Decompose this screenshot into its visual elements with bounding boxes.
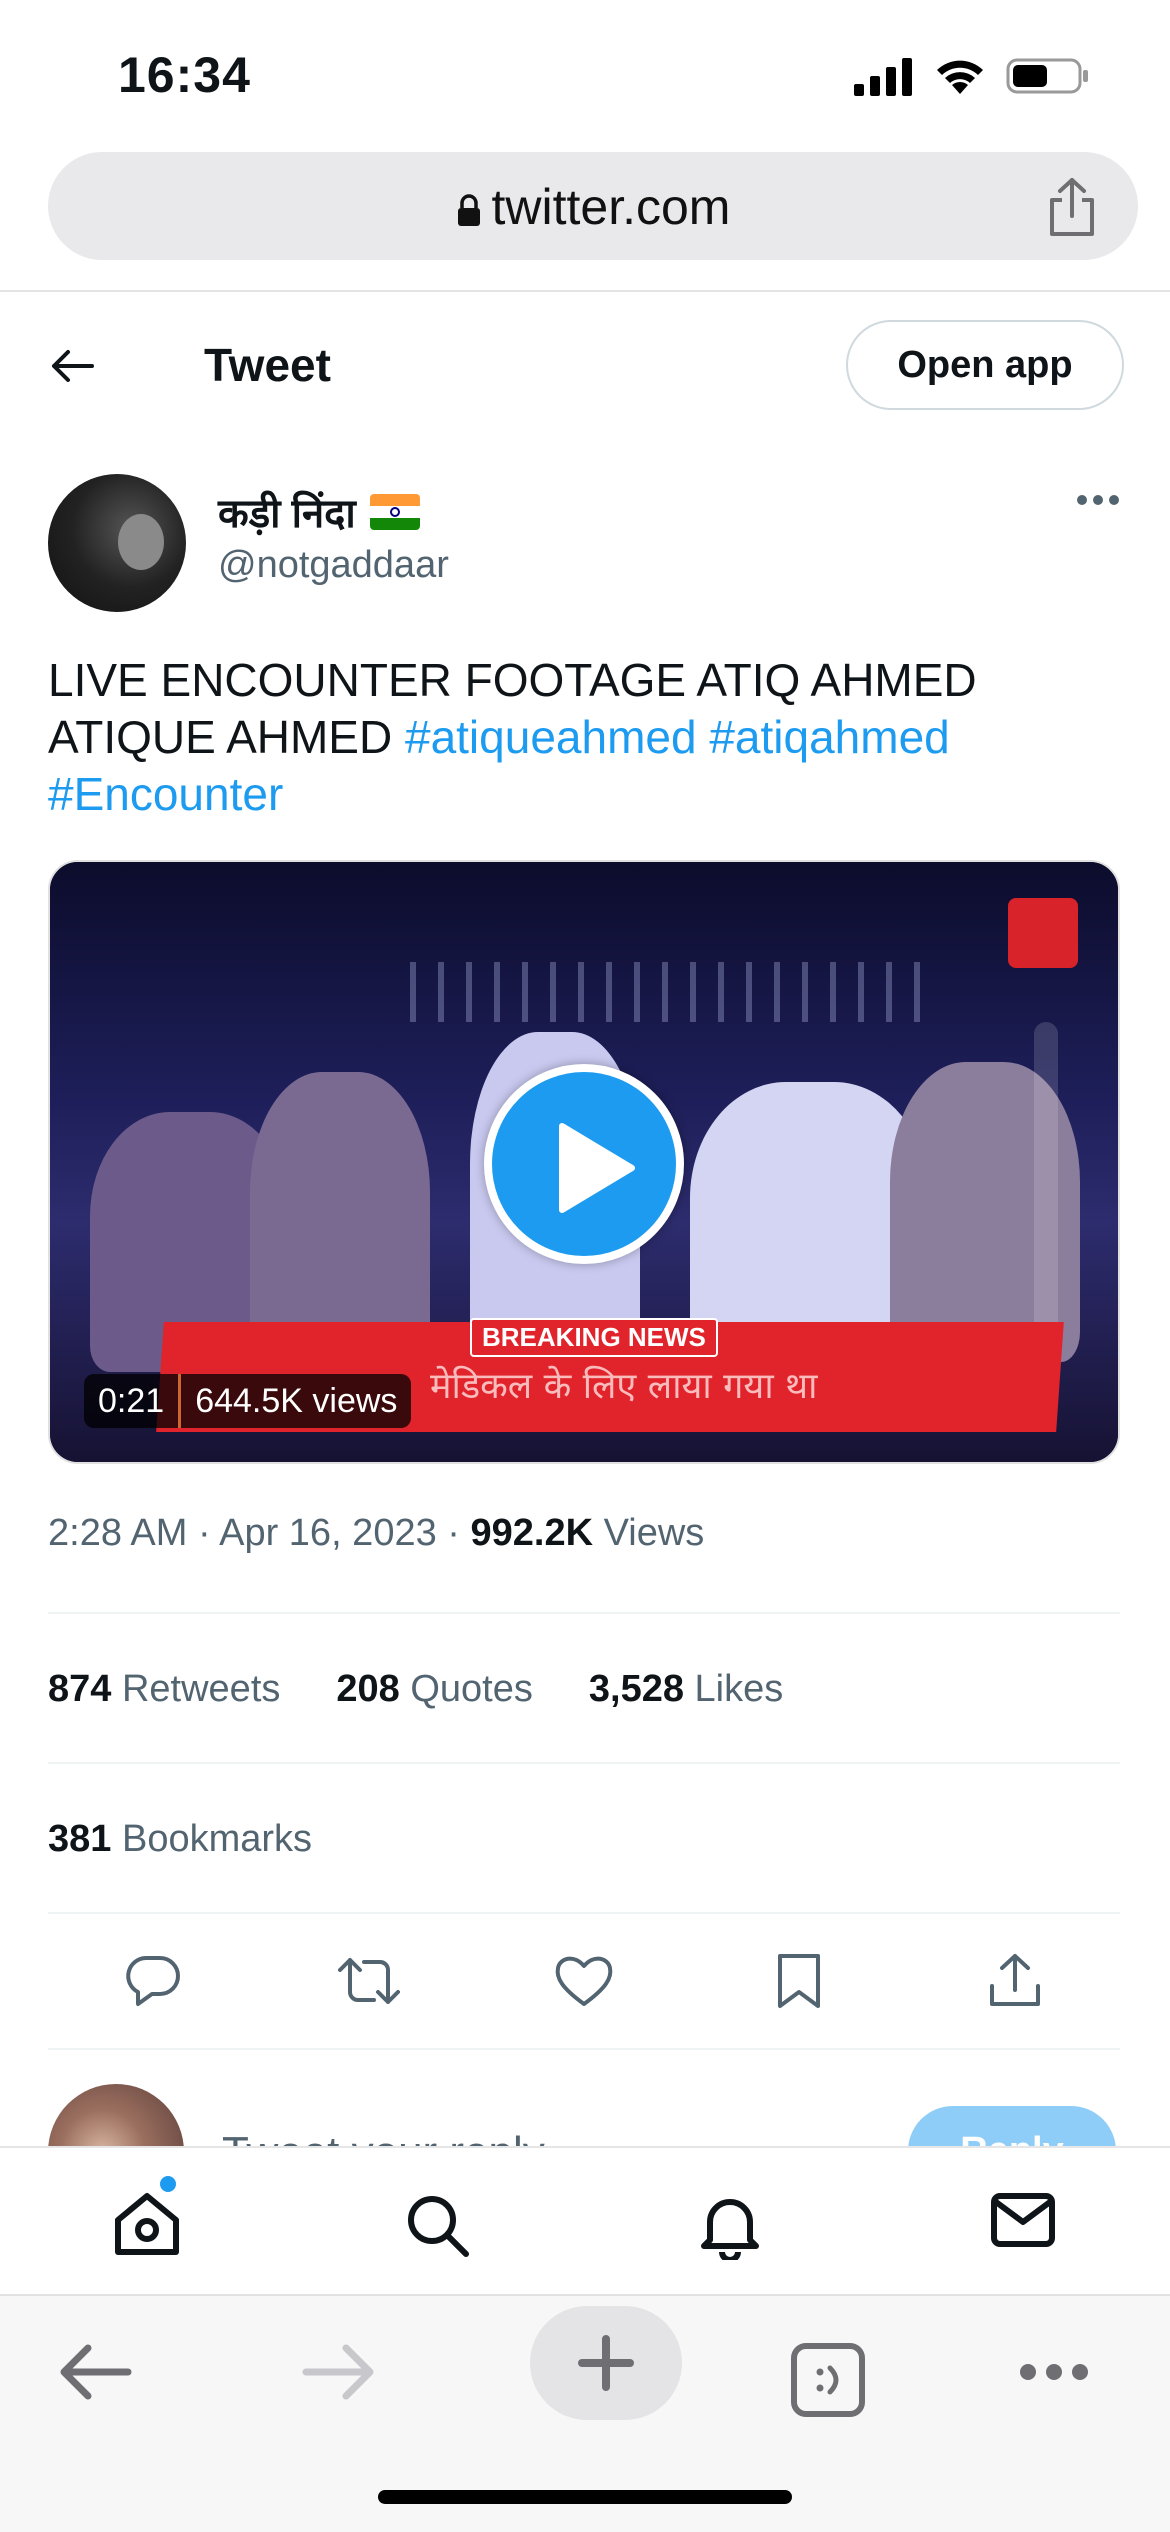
video-duration: 0:21 (98, 1381, 165, 1420)
messages-icon[interactable] (990, 2192, 1056, 2248)
play-icon (559, 1123, 635, 1213)
video-info-badge: 0:21 644.5K views (84, 1374, 412, 1428)
engagement-stats: 874 Retweets 208 Quotes 3,528 Likes (48, 1668, 783, 1711)
video-player[interactable]: BREAKING NEWS मेडिकल के लिए लाया गया था … (48, 860, 1120, 1464)
hashtag-link[interactable]: #atiqahmed (709, 711, 949, 763)
divider (0, 290, 1170, 292)
breaking-news-label: BREAKING NEWS (470, 1318, 718, 1357)
volume-indicator (1034, 1022, 1058, 1342)
status-bar: 16:34 (0, 0, 1170, 140)
bookmark-icon[interactable] (776, 1952, 822, 2010)
tweet-header: Tweet Open app (0, 300, 1170, 430)
hashtag-link[interactable]: #Encounter (48, 768, 283, 820)
likes-count: 3,528 (588, 1668, 684, 1710)
forward-icon[interactable] (302, 2342, 376, 2402)
likes-stat[interactable]: 3,528 Likes (589, 1668, 783, 1711)
quotes-label: Quotes (410, 1668, 533, 1710)
share-icon[interactable] (1044, 176, 1100, 238)
share-icon[interactable] (988, 1952, 1042, 2010)
tweet-text: LIVE ENCOUNTER FOOTAGE ATIQ AHMED ATIQUE… (48, 652, 1118, 823)
divider (48, 1912, 1120, 1914)
status-time: 16:34 (118, 47, 251, 103)
divider (48, 1762, 1120, 1764)
home-icon[interactable] (112, 2192, 182, 2256)
tweet-date[interactable]: Apr 16, 2023 (219, 1512, 437, 1554)
retweets-count: 874 (48, 1668, 112, 1710)
search-icon[interactable] (404, 2192, 470, 2258)
author-handle[interactable]: @notgaddaar (218, 544, 449, 587)
retweets-label: Retweets (121, 1668, 281, 1710)
bookmarks-count: 381 (48, 1818, 112, 1860)
wifi-icon (937, 60, 983, 94)
author-avatar[interactable] (48, 474, 186, 612)
address-bar[interactable]: twitter.com (48, 152, 1138, 260)
tweet-time[interactable]: 2:28 AM (48, 1512, 187, 1554)
page-title: Tweet (204, 339, 331, 391)
notification-dot (160, 2176, 176, 2192)
bookmarks-label: Bookmarks (121, 1818, 313, 1860)
banner-text: मेडिकल के लिए लाया गया था (430, 1366, 818, 1407)
india-flag-icon (369, 493, 420, 530)
video-views: 644.5K views (195, 1381, 398, 1420)
author-name-row[interactable]: कड़ी निंदा (218, 484, 420, 539)
play-button[interactable] (484, 1064, 684, 1264)
hashtag-link[interactable]: #atiqueahmed (405, 711, 697, 763)
tabs-icon[interactable] (790, 2342, 866, 2418)
avatar-photo (118, 514, 164, 570)
more-icon[interactable] (1018, 2362, 1090, 2382)
divider (48, 1612, 1120, 1614)
notifications-icon[interactable] (700, 2192, 760, 2260)
bookmarks-stat[interactable]: 381 Bookmarks (48, 1818, 312, 1861)
retweet-icon[interactable] (338, 1952, 400, 2010)
reply-icon[interactable] (124, 1952, 182, 2010)
open-app-button[interactable]: Open app (846, 320, 1124, 410)
signal-icon (854, 58, 912, 96)
status-icons (852, 56, 1090, 96)
quotes-stat[interactable]: 208 Quotes (336, 1668, 533, 1711)
more-options-icon[interactable] (1076, 494, 1120, 506)
like-icon[interactable] (554, 1952, 614, 2008)
home-indicator[interactable] (378, 2490, 792, 2504)
divider (48, 2048, 1120, 2050)
retweets-stat[interactable]: 874 Retweets (48, 1668, 280, 1711)
channel-logo (1008, 898, 1078, 968)
bottom-navigation (0, 2146, 1170, 2294)
tweet-meta: 2:28 AM · Apr 16, 2023 · 992.2K Views (48, 1512, 705, 1554)
back-icon[interactable] (58, 2342, 132, 2402)
new-tab-button[interactable] (530, 2306, 682, 2420)
battery-icon (1006, 58, 1088, 94)
author-display-name: कड़ी निंदा (218, 492, 356, 536)
background-lights (410, 962, 930, 1022)
likes-label: Likes (694, 1668, 784, 1710)
views-count: 992.2K (470, 1512, 594, 1554)
url-display[interactable]: twitter.com (48, 178, 1138, 236)
lock-icon (457, 194, 480, 226)
views-label: Views (603, 1512, 705, 1554)
back-arrow-icon[interactable] (48, 342, 96, 390)
url-text: twitter.com (491, 179, 731, 235)
tweet-actions (48, 1952, 1120, 2022)
new-tab-icon (578, 2335, 634, 2391)
quotes-count: 208 (336, 1668, 400, 1710)
